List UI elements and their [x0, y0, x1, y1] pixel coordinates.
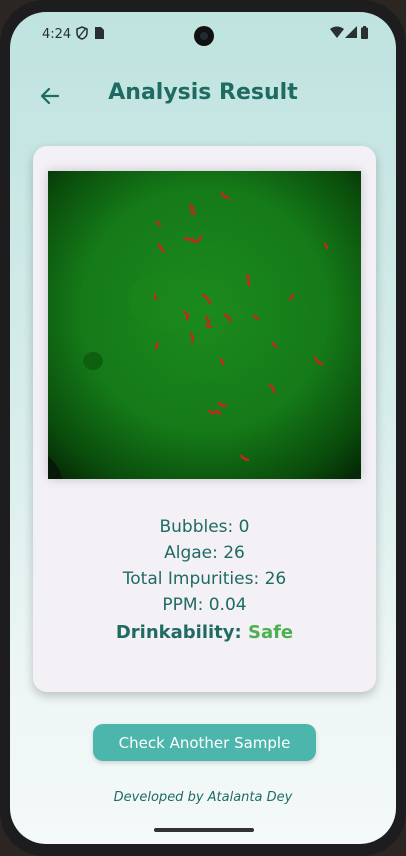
wifi-icon	[330, 26, 344, 38]
status-time: 4:24	[42, 27, 72, 42]
front-camera	[194, 26, 214, 46]
result-card: Bubbles: 0 Algae: 26 Total Impurities: 2…	[33, 146, 376, 692]
phone-frame: 4:24 Analysis Result Bubbles: 0 Algae: 2…	[0, 0, 406, 856]
check-another-sample-button[interactable]: Check Another Sample	[93, 724, 316, 761]
bubbles-count: Bubbles: 0	[159, 517, 250, 537]
drinkability-row: Drinkability: Safe	[33, 622, 376, 643]
home-indicator[interactable]	[154, 828, 254, 832]
analysis-stats: Bubbles: 0 Algae: 26 Total Impurities: 2…	[33, 514, 376, 643]
drinkability-label: Drinkability:	[115, 622, 242, 643]
status-bar: 4:24	[10, 12, 396, 56]
shield-icon	[76, 26, 88, 40]
analyzed-sample-image	[48, 171, 361, 479]
algae-count: Algae: 26	[164, 543, 245, 563]
screen: 4:24 Analysis Result Bubbles: 0 Algae: 2…	[10, 12, 396, 844]
ppm-value: PPM: 0.04	[162, 595, 247, 615]
sim-card-icon	[95, 27, 104, 39]
drinkability-status: Safe	[247, 622, 294, 643]
back-arrow-icon[interactable]	[38, 84, 62, 108]
cellular-signal-icon	[345, 26, 357, 38]
developer-credit: Developed by Atalanta Dey	[113, 790, 293, 805]
page-title: Analysis Result	[108, 80, 298, 105]
battery-icon	[361, 26, 368, 39]
total-impurities: Total Impurities: 26	[122, 569, 287, 589]
app-bar: Analysis Result	[10, 74, 396, 118]
